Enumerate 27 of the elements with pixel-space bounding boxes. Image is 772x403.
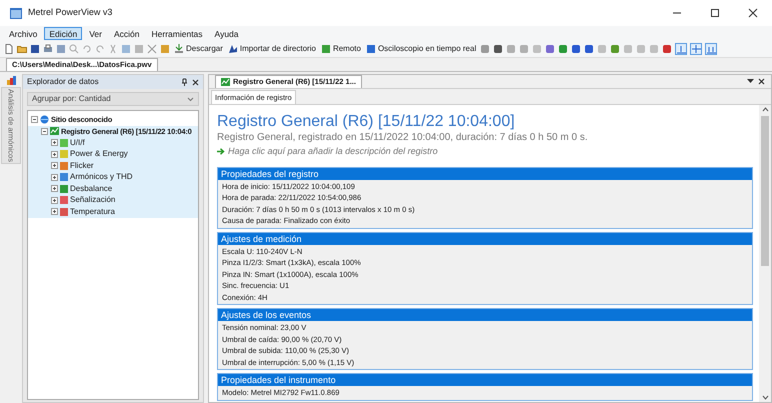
menu-item[interactable]: Edición bbox=[44, 26, 82, 40]
toolbar-button[interactable]: Osciloscopio en tiempo real bbox=[364, 42, 478, 54]
toolbar-button[interactable]: Importar de directorio bbox=[226, 42, 317, 54]
tree-item[interactable]: Temperatura bbox=[28, 206, 198, 218]
menu-item[interactable]: Archivo bbox=[4, 26, 42, 40]
add-description-link[interactable]: Haga clic aquí para añadir la descripción del registro bbox=[228, 145, 438, 158]
tree-item[interactable]: Armónicos y THD bbox=[28, 172, 198, 183]
record-title: Registro General (R6) [15/11/22 10:04:00] bbox=[217, 113, 516, 131]
menu-item[interactable]: Ver bbox=[84, 26, 107, 40]
section-header: Ajustes de los eventos bbox=[218, 309, 752, 321]
tree-item[interactable]: Señalización bbox=[28, 194, 198, 206]
window-title: Metrel PowerView v3 bbox=[28, 6, 112, 20]
section-header: Ajustes de medición bbox=[218, 232, 752, 244]
menu-item[interactable]: Acción bbox=[109, 26, 145, 40]
tree-item[interactable]: Desbalance bbox=[28, 183, 198, 194]
menu-item[interactable]: Ayuda bbox=[210, 26, 244, 40]
group-by-dropdown[interactable]: Agrupar por: Cantidad bbox=[27, 92, 199, 106]
section-header: Propiedades del instrumento bbox=[218, 374, 752, 386]
tree-item[interactable]: U/I/f bbox=[28, 137, 198, 148]
toolbar-button[interactable]: Descargar bbox=[173, 42, 224, 54]
tree-item[interactable]: Flicker bbox=[28, 160, 198, 172]
tree-item[interactable]: Power & Energy bbox=[28, 148, 198, 160]
record-summary: Registro General, registrado en 15/11/2022 10:04:00, duración: 7 días 0 h 50 m 0 s. bbox=[217, 131, 589, 144]
toolbar-button[interactable]: Remoto bbox=[320, 42, 362, 54]
section-header: Propiedades del registro bbox=[218, 168, 752, 180]
panel-title: Explorador de datos bbox=[27, 76, 100, 88]
menu-item[interactable]: Herramientas bbox=[146, 26, 208, 40]
